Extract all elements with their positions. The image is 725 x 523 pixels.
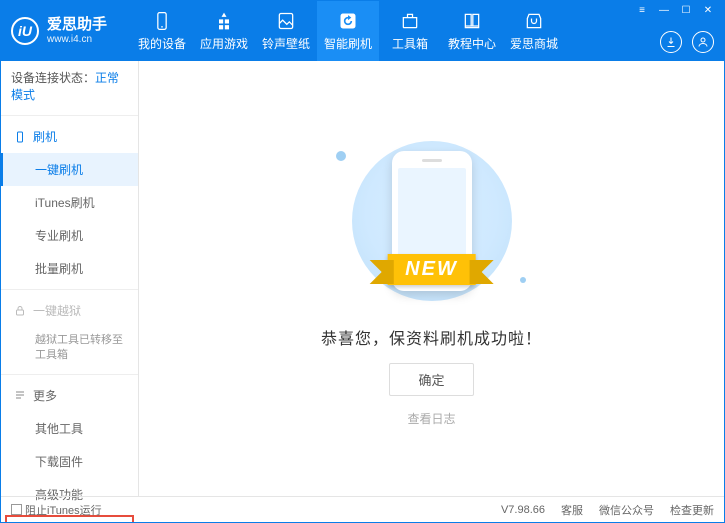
phone-icon [152,11,172,31]
logo-icon: iU [11,17,39,45]
nav-store[interactable]: 爱思商城 [503,1,565,61]
version-label: V7.98.66 [501,504,545,516]
nav-label: 工具箱 [392,35,428,52]
jailbreak-note: 越狱工具已转移至工具箱 [1,327,138,370]
sidebar-item-batch-flash[interactable]: 批量刷机 [1,252,138,285]
sidebar-item-pro-flash[interactable]: 专业刷机 [1,219,138,252]
sidebar-item-oneclick-flash[interactable]: 一键刷机 [1,153,138,186]
check-icon [11,504,22,515]
section-title: 一键越狱 [33,302,81,319]
minimize-button[interactable]: — [654,3,674,17]
account-button[interactable] [692,31,714,53]
nav-ringtones[interactable]: 铃声壁纸 [255,1,317,61]
sidebar: 设备连接状态：正常模式 刷机 一键刷机 iTunes刷机 专业刷机 批量刷机 一… [1,61,139,496]
refresh-icon [338,11,358,31]
nav-apps[interactable]: 应用游戏 [193,1,255,61]
nav-my-device[interactable]: 我的设备 [131,1,193,61]
book-icon [462,11,482,31]
checkbox-block-itunes[interactable]: 阻止iTunes运行 [11,502,102,518]
nav-label: 爱思商城 [510,35,558,52]
view-log-link[interactable]: 查看日志 [407,410,455,427]
app-window: iU 爱思助手 www.i4.cn 我的设备 应用游戏 铃声壁纸 智能刷机 [0,0,725,523]
apps-icon [214,11,234,31]
nav-label: 我的设备 [138,35,186,52]
nav-tutorials[interactable]: 教程中心 [441,1,503,61]
support-link[interactable]: 客服 [561,502,583,518]
close-button[interactable]: ✕ [698,3,718,17]
lock-icon [13,305,27,317]
check-update-link[interactable]: 检查更新 [670,502,714,518]
wechat-link[interactable]: 微信公众号 [599,502,654,518]
section-title: 更多 [33,387,57,404]
status-bar: 阻止iTunes运行 V7.98.66 客服 微信公众号 检查更新 [1,496,724,522]
content-area: NEW 恭喜您，保资料刷机成功啦！ 确定 查看日志 [139,61,724,496]
toolbox-icon [400,11,420,31]
app-url: www.i4.cn [47,34,107,45]
more-icon [13,389,27,401]
new-ribbon: NEW [387,254,476,285]
window-controls: ≡ — ☐ ✕ [632,3,718,17]
success-message: 恭喜您，保资料刷机成功啦！ [321,325,542,349]
section-more[interactable]: 更多 [1,379,138,412]
connection-status: 设备连接状态：正常模式 [1,61,138,111]
nav-flash[interactable]: 智能刷机 [317,1,379,61]
success-illustration: NEW [337,131,527,311]
nav-label: 智能刷机 [324,35,372,52]
nav-label: 应用游戏 [200,35,248,52]
main-body: 设备连接状态：正常模式 刷机 一键刷机 iTunes刷机 专业刷机 批量刷机 一… [1,61,724,496]
ok-button[interactable]: 确定 [389,363,473,396]
section-jailbreak[interactable]: 一键越狱 [1,294,138,327]
section-title: 刷机 [33,128,57,145]
menu-button[interactable]: ≡ [632,3,652,17]
nav-label: 教程中心 [448,35,496,52]
sidebar-item-download-fw[interactable]: 下载固件 [1,445,138,478]
conn-label: 设备连接状态： [11,71,95,85]
sidebar-item-other-tools[interactable]: 其他工具 [1,412,138,445]
nav-label: 铃声壁纸 [262,35,310,52]
download-button[interactable] [660,31,682,53]
main-nav: 我的设备 应用游戏 铃声壁纸 智能刷机 工具箱 教程中心 [131,1,565,61]
app-name: 爱思助手 [47,17,107,34]
phone-small-icon [13,130,27,144]
user-area [660,31,714,53]
maximize-button[interactable]: ☐ [676,3,696,17]
checkbox-label: 阻止iTunes运行 [25,502,102,518]
titlebar: iU 爱思助手 www.i4.cn 我的设备 应用游戏 铃声壁纸 智能刷机 [1,1,724,61]
store-icon [524,11,544,31]
nav-toolbox[interactable]: 工具箱 [379,1,441,61]
wallpaper-icon [276,11,296,31]
sidebar-item-itunes-flash[interactable]: iTunes刷机 [1,186,138,219]
app-logo: iU 爱思助手 www.i4.cn [11,17,131,45]
section-flash[interactable]: 刷机 [1,120,138,153]
